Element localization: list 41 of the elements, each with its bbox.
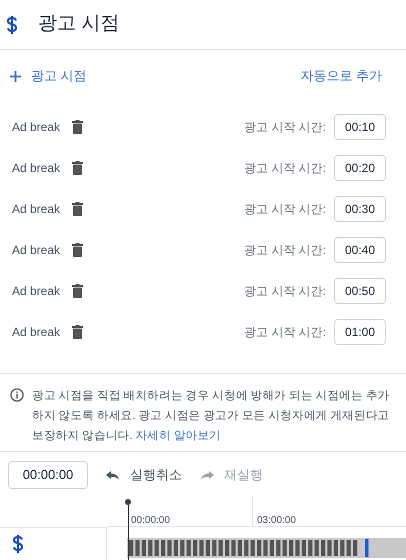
delete-icon[interactable] — [72, 284, 83, 298]
start-time-field[interactable]: 00:10 — [334, 114, 386, 140]
start-time-label: 광고 시작 시간: — [244, 118, 326, 136]
time-tick-label: 00:00:00 — [131, 515, 170, 526]
delete-icon[interactable] — [72, 120, 83, 134]
start-time-label: 광고 시작 시간: — [244, 242, 326, 258]
ad-break-label: Ad break — [12, 242, 62, 258]
ad-break-label: Ad break — [12, 200, 62, 218]
start-time-field[interactable]: 01:00 — [334, 318, 386, 344]
start-time-field[interactable]: 00:30 — [334, 196, 386, 222]
timecode-field[interactable]: 00:00:00 — [8, 460, 88, 488]
ad-breaks-track[interactable] — [127, 538, 406, 558]
delete-icon[interactable] — [72, 242, 83, 256]
start-time-field[interactable]: 00:20 — [334, 154, 386, 180]
auto-add-button[interactable]: 자동으로 추가 — [300, 66, 396, 86]
delete-icon[interactable] — [72, 324, 83, 338]
start-time-field[interactable]: 00:40 — [334, 236, 386, 262]
ad-break-label: Ad break — [12, 118, 62, 136]
notice-text: 광고 시점을 직접 배치하려는 경우 시청에 방해가 되는 시점에는 추가하지 않도록 하세요. 광고 시점은 광고가 모든 시청자에게 게재된다고 보장하지 않습니다. 자세히 알아보기 — [32, 389, 390, 444]
start-time-label: 광고 시작 시간: — [244, 160, 326, 176]
plus-icon — [10, 70, 21, 82]
ad-break-label: Ad break — [12, 282, 62, 300]
info-icon — [10, 388, 24, 402]
start-time-label: 광고 시작 시간: — [244, 324, 326, 340]
dollar-icon — [6, 14, 18, 34]
delete-icon[interactable] — [72, 202, 83, 216]
start-time-label: 광고 시작 시간: — [244, 282, 326, 300]
panel-title: 광고 시점 — [38, 12, 120, 36]
dollar-icon — [12, 534, 24, 554]
start-time-label: 광고 시작 시간: — [244, 200, 326, 218]
learn-more-link[interactable]: 자세히 알아보기 — [135, 430, 221, 442]
undo-icon — [104, 468, 122, 480]
start-time-field[interactable]: 00:50 — [334, 278, 386, 304]
redo-icon — [198, 468, 216, 480]
delete-icon[interactable] — [72, 160, 83, 174]
ad-break-label: Ad break — [12, 324, 62, 340]
time-tick-label: 03:00:00 — [257, 515, 296, 526]
playhead[interactable] — [125, 499, 131, 560]
add-ad-break-button[interactable]: 광고 시점 — [10, 66, 87, 86]
ad-break-label: Ad break — [12, 160, 62, 176]
undo-button[interactable]: 실행취소 — [104, 464, 182, 484]
